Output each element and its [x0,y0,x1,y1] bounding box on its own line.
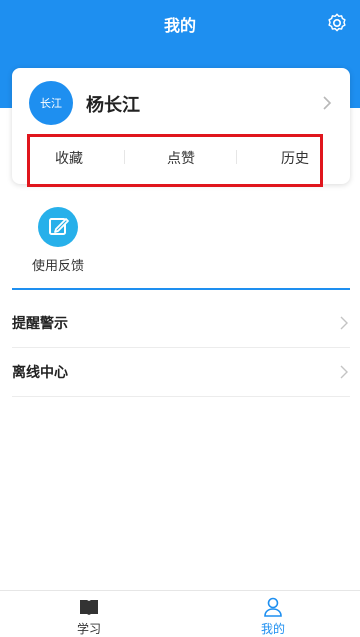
tab-label: 学习 [76,622,101,636]
tab-label: 我的 [260,622,285,636]
feedback-button[interactable]: 使用反馈 [22,205,92,275]
avatar[interactable]: 长江 [29,81,73,125]
chevron-right-icon [340,316,348,330]
book-icon [80,600,98,615]
menu-item-label: 离线中心 [12,365,68,381]
bottom-tab-bar: 学习 我的 [0,590,360,637]
section-divider [12,288,350,290]
tab-study[interactable]: 学习 [44,591,134,637]
chevron-right-icon [340,365,348,379]
user-icon [264,597,282,617]
gear-icon[interactable] [326,12,348,34]
page-title: 我的 [163,16,196,35]
tab-mine[interactable]: 我的 [228,591,318,637]
edit-icon [38,207,78,247]
menu-item-label: 提醒警示 [12,316,68,332]
user-name: 杨长江 [86,95,140,116]
chevron-right-icon [323,96,332,110]
highlight-box [27,134,323,187]
menu-item-offline[interactable]: 离线中心 [12,348,350,397]
menu-item-alerts[interactable]: 提醒警示 [12,299,350,348]
feedback-label: 使用反馈 [31,259,84,274]
